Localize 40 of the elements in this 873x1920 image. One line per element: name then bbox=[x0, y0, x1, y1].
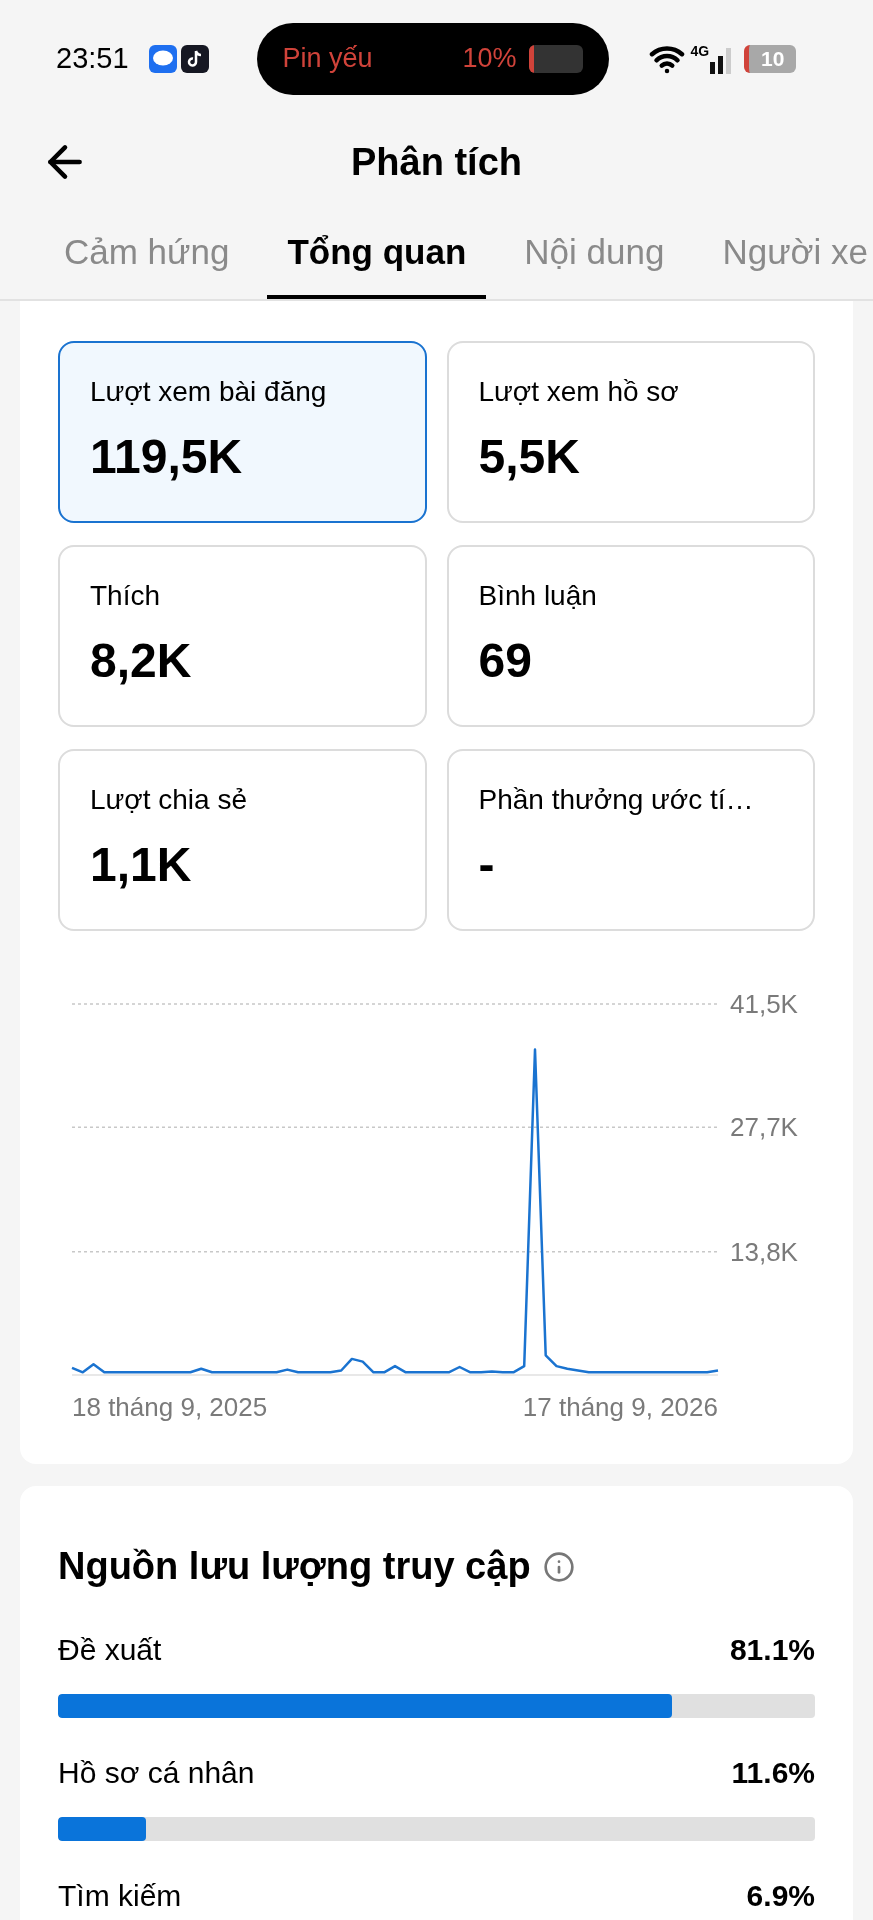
axis-label: 41,5K bbox=[730, 989, 798, 1019]
metric-label: Thích bbox=[90, 579, 162, 613]
network-label: 4G bbox=[690, 43, 710, 58]
axis-label: 17 tháng 9, 2026 bbox=[522, 1392, 718, 1422]
metric-label: Lượt chia sẻ bbox=[90, 783, 248, 817]
battery-percent: 10% bbox=[462, 42, 517, 76]
metric-value: 1,1K bbox=[90, 837, 193, 893]
metric-label: Lượt xem bài đăng bbox=[90, 375, 328, 409]
source-percent: 11.6% bbox=[731, 1755, 815, 1791]
alert-text: Pin yếu bbox=[282, 42, 373, 76]
source-label: Hồ sơ cá nhân bbox=[58, 1755, 255, 1791]
metric-label: Bình luận bbox=[478, 579, 598, 613]
source-percent: 81.1% bbox=[729, 1632, 815, 1668]
metric-label: Phần thưởng ước tí… bbox=[478, 783, 755, 817]
info-icon[interactable] bbox=[542, 1550, 575, 1583]
metric-value: 119,5K bbox=[90, 429, 244, 485]
metric-value: 8,2K bbox=[90, 633, 193, 689]
source-label: Tìm kiếm bbox=[58, 1878, 182, 1914]
battery-icon bbox=[528, 44, 583, 73]
metric-value: - bbox=[478, 837, 496, 893]
axis-label: 13,8K bbox=[730, 1236, 798, 1267]
metric-value: 5,5K bbox=[478, 429, 581, 485]
source-percent: 6.9% bbox=[746, 1878, 815, 1914]
chat-app-icon bbox=[148, 44, 177, 73]
metric-card[interactable]: Bình luận 69 bbox=[446, 545, 815, 727]
metric-card[interactable]: Lượt xem bài đăng 119,5K bbox=[58, 341, 427, 523]
battery-indicator: 10 bbox=[744, 44, 797, 73]
metric-label: Lượt xem hồ sơ bbox=[478, 375, 680, 409]
page-title: Phân tích bbox=[351, 139, 522, 185]
axis-label: 27,7K bbox=[730, 1112, 798, 1143]
status-time: 23:51 bbox=[56, 40, 129, 76]
source-label: Đề xuất bbox=[58, 1632, 162, 1668]
section-title: Nguồn lưu lượng truy cập bbox=[58, 1544, 531, 1589]
metric-card[interactable]: Lượt chia sẻ 1,1K bbox=[58, 749, 427, 931]
metric-value: 69 bbox=[478, 633, 533, 689]
music-note-icon bbox=[180, 44, 209, 73]
metric-card[interactable]: Thích 8,2K bbox=[58, 545, 427, 727]
metric-card[interactable]: Phần thưởng ước tí… - bbox=[446, 749, 815, 931]
axis-label: 18 tháng 9, 2025 bbox=[72, 1392, 268, 1422]
metric-card[interactable]: Lượt xem hồ sơ 5,5K bbox=[446, 341, 815, 523]
